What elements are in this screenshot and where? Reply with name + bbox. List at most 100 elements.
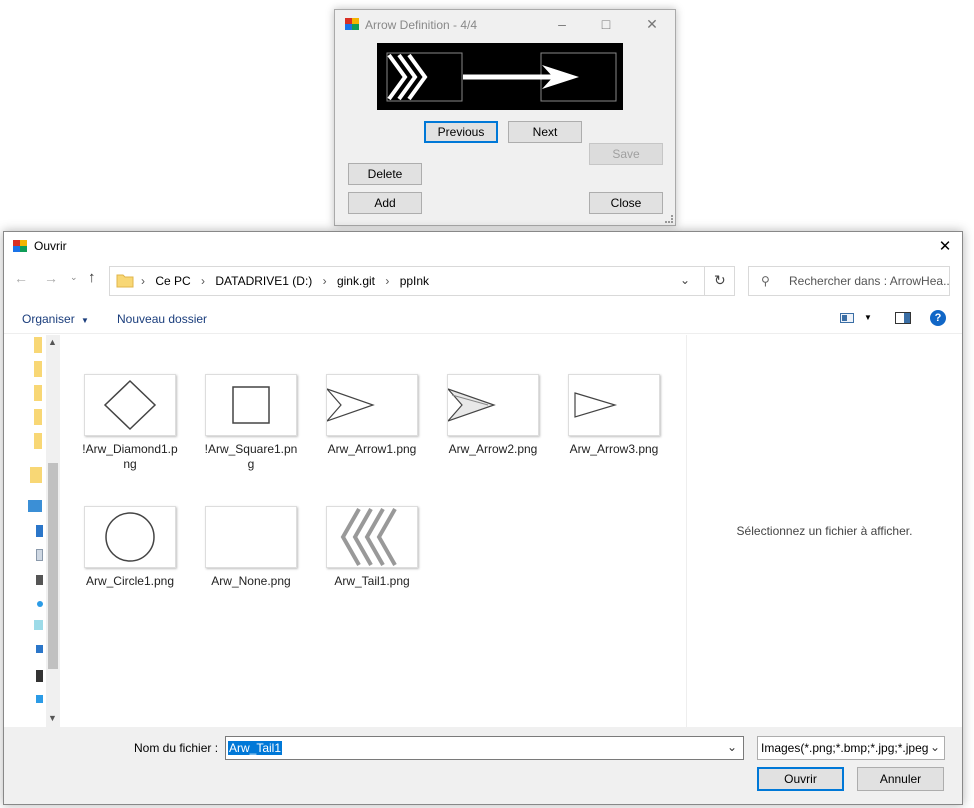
empty-icon [205,506,297,568]
window-title: Arrow Definition - 4/4 [365,18,478,32]
folder-icon[interactable] [30,467,42,483]
next-button[interactable]: Next [508,121,582,143]
forward-arrow-icon[interactable]: → [44,270,60,286]
folder-icon[interactable] [34,433,42,449]
arrow-preview [377,43,623,110]
dialog-title: Ouvrir [34,239,67,253]
close-button[interactable]: Close [589,192,663,214]
scrollbar[interactable]: ▲ ▼ [46,335,60,727]
file-item[interactable]: !Arw_Square1.png [203,374,299,472]
folder-icon [116,272,134,288]
filetype-select[interactable]: Images(*.png;*.bmp;*.jpg;*.jpeg ⌄ [757,736,945,760]
download-icon[interactable] [36,645,43,653]
file-name: Arw_Circle1.png [85,574,175,588]
video-icon[interactable] [36,670,43,682]
preview-message: Sélectionnez un fichier à afficher. [736,524,913,538]
file-name: !Arw_Square1.png [204,442,298,471]
drive-icon[interactable] [34,620,43,630]
file-name: Arw_Arrow2.png [448,442,538,456]
folder-icon[interactable] [34,361,42,377]
circle-icon [84,506,176,568]
command-bar: Organiser ▼ Nouveau dossier ▼ ? [4,304,962,334]
open-file-dialog: Ouvrir ✕ ← → ⌄ ↑ › Ce PC › DATADRIVE1 (D… [3,231,963,805]
back-arrow-icon[interactable]: ← [14,270,30,286]
file-name: Arw_Tail1.png [334,574,410,588]
cloud-icon[interactable] [37,601,43,607]
cancel-button[interactable]: Annuler [857,767,944,791]
network-icon[interactable] [36,695,43,703]
breadcrumb-item[interactable]: Ce PC [155,274,190,288]
diamond-icon [84,374,176,436]
picture-icon[interactable] [36,575,43,585]
file-name: Arw_Arrow3.png [569,442,659,456]
minimize-icon[interactable]: – [547,12,577,36]
view-options-icon[interactable] [840,312,854,324]
close-icon[interactable]: ✕ [930,234,960,258]
scroll-up-icon[interactable]: ▲ [48,337,57,347]
filename-value: Arw_Tail1 [228,741,283,755]
breadcrumb-item[interactable]: DATADRIVE1 (D:) [215,274,312,288]
caret-down-icon: ▼ [81,316,89,325]
close-icon[interactable]: ✕ [637,12,667,36]
breadcrumb: › Ce PC › DATADRIVE1 (D:) › gink.git › p… [141,274,430,288]
file-name: Arw_None.png [211,574,291,588]
app-icon [13,239,27,253]
chevron-down-icon[interactable]: ⌄ [929,740,940,754]
refresh-icon[interactable]: ↻ [714,272,726,289]
new-folder-button[interactable]: Nouveau dossier [117,312,207,326]
organize-label: Organiser [22,312,75,326]
file-item[interactable]: Arw_Arrow1.png [324,374,420,457]
bottom-bar: Nom du fichier : Arw_Tail1 ⌄ Images(*.pn… [4,727,962,804]
filetype-value: Images(*.png;*.bmp;*.jpg;*.jpeg [761,741,929,755]
chevron-down-icon[interactable]: ⌄ [680,273,690,287]
address-bar[interactable]: › Ce PC › DATADRIVE1 (D:) › gink.git › p… [109,266,735,296]
drive-icon[interactable] [36,525,43,537]
folder-icon[interactable] [34,385,42,401]
search-input[interactable]: Rechercher dans : ArrowHea... [789,274,949,288]
filename-input[interactable]: Arw_Tail1 ⌄ [225,736,744,760]
arrow-head-icon [326,374,418,436]
previous-button[interactable]: Previous [424,121,498,143]
filename-label: Nom du fichier : [134,741,219,755]
preview-pane: Sélectionnez un fichier à afficher. [687,335,962,727]
folder-icon[interactable] [34,409,42,425]
breadcrumb-item[interactable]: ppInk [400,274,429,288]
app-icon [345,17,359,31]
triangle-icon [568,374,660,436]
open-button[interactable]: Ouvrir [757,767,844,791]
save-button[interactable]: Save [589,143,663,165]
up-arrow-icon[interactable]: ↑ [88,269,104,286]
file-list: !Arw_Diamond1.png !Arw_Square1.png Arw_A… [61,335,686,727]
resize-grip[interactable] [665,215,673,223]
folder-icon[interactable] [34,337,42,353]
preview-pane-icon[interactable] [895,312,911,324]
caret-down-icon[interactable]: ▼ [864,313,872,322]
document-icon[interactable] [36,549,43,561]
chevron-tail-icon [326,506,418,568]
square-icon [205,374,297,436]
file-item[interactable]: Arw_Arrow3.png [566,374,662,457]
file-item[interactable]: Arw_Arrow2.png [445,374,541,457]
maximize-icon[interactable]: □ [591,12,621,36]
help-icon[interactable]: ? [930,310,946,326]
search-box[interactable]: ⚲ Rechercher dans : ArrowHea... [748,266,950,296]
file-item[interactable]: Arw_Tail1.png [324,506,420,589]
file-name: !Arw_Diamond1.png [82,442,178,471]
computer-icon[interactable] [28,500,42,512]
search-icon: ⚲ [761,274,770,288]
breadcrumb-item[interactable]: gink.git [337,274,375,288]
file-item[interactable]: Arw_None.png [203,506,299,589]
chevron-down-icon[interactable]: ⌄ [727,740,737,754]
add-button[interactable]: Add [348,192,422,214]
divider [704,267,705,295]
file-item[interactable]: !Arw_Diamond1.png [82,374,178,472]
arrow-head-icon [447,374,539,436]
delete-button[interactable]: Delete [348,163,422,185]
file-item[interactable]: Arw_Circle1.png [82,506,178,589]
file-name: Arw_Arrow1.png [327,442,417,456]
organize-button[interactable]: Organiser ▼ [22,312,89,326]
scroll-down-icon[interactable]: ▼ [48,713,57,723]
recent-dropdown-icon[interactable]: ⌄ [70,272,80,284]
navigation-pane: ▲ ▼ [4,335,61,727]
scrollbar-thumb[interactable] [48,463,58,669]
